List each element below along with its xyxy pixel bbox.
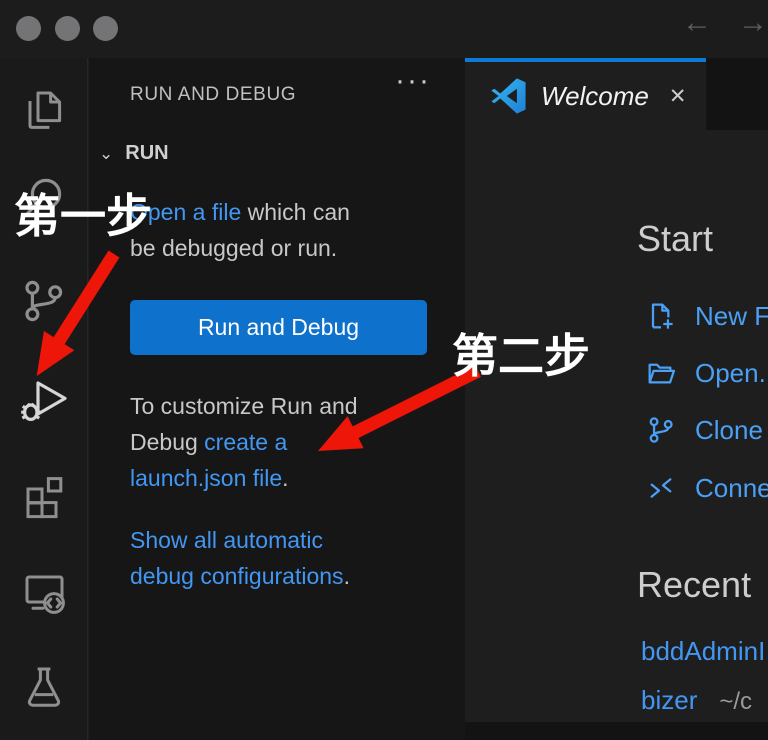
open-a-file-link[interactable]: Open a file <box>130 199 241 225</box>
recent-heading: Recent <box>637 564 751 606</box>
customize-period: . <box>282 465 288 491</box>
show-all-configurations-link[interactable]: Show all automatic debug configurations <box>130 527 344 589</box>
close-window-button[interactable] <box>16 16 41 41</box>
search-icon[interactable] <box>16 171 72 227</box>
tab-title: Welcome <box>541 81 649 112</box>
show-all-period: . <box>344 563 350 589</box>
vscode-window: ← → <box>0 0 768 740</box>
clone-repo-item[interactable]: Clone <box>645 414 763 446</box>
recent-link[interactable]: bizer <box>641 685 697 716</box>
chevron-down-icon: ⌄ <box>99 144 113 164</box>
connect-to-item[interactable]: Conne <box>645 472 768 504</box>
new-file-label: New F <box>695 301 768 332</box>
testing-icon[interactable] <box>16 658 72 714</box>
run-and-debug-panel: RUN AND DEBUG ··· ⌄ RUN Open a file whic… <box>89 58 465 740</box>
new-file-item[interactable]: New F <box>645 300 768 332</box>
start-heading: Start <box>637 218 713 260</box>
close-tab-icon[interactable]: ✕ <box>669 84 687 109</box>
recent-item[interactable]: bizer ~/c <box>641 685 752 716</box>
run-and-debug-button[interactable]: Run and Debug <box>130 300 427 355</box>
tab-welcome[interactable]: Welcome ✕ <box>465 58 706 130</box>
nav-back-icon[interactable]: ← <box>682 8 712 38</box>
nav-forward-icon[interactable]: → <box>738 8 768 38</box>
zoom-window-button[interactable] <box>93 16 118 41</box>
open-file-paragraph: Open a file which can be debugged or run… <box>130 194 368 266</box>
run-and-debug-icon[interactable] <box>16 371 72 427</box>
source-control-icon[interactable] <box>16 273 72 329</box>
new-file-icon <box>645 300 677 332</box>
git-branch-icon <box>645 414 677 446</box>
more-actions-icon[interactable]: ··· <box>395 64 431 98</box>
clone-label: Clone <box>695 415 763 446</box>
titlebar: ← → <box>0 0 768 58</box>
vscode-logo-icon <box>491 78 527 114</box>
remote-connect-icon <box>645 472 677 504</box>
run-section-label: RUN <box>125 142 168 165</box>
recent-link[interactable]: bddAdminI <box>641 636 765 667</box>
editor-group: Welcome ✕ Start New F Open. <box>465 58 768 740</box>
open-item[interactable]: Open. <box>645 357 766 389</box>
folder-open-icon <box>645 357 677 389</box>
run-section-header[interactable]: ⌄ RUN <box>99 142 169 165</box>
customize-paragraph: To customize Run and Debug create a laun… <box>130 388 368 496</box>
show-all-paragraph: Show all automatic debug configurations. <box>130 522 368 594</box>
welcome-page: Start New F Open. <box>465 130 768 722</box>
recent-path: ~/c <box>719 688 752 716</box>
activity-bar <box>0 58 88 740</box>
minimize-window-button[interactable] <box>55 16 80 41</box>
recent-item[interactable]: bddAdminI <box>641 636 765 667</box>
files-icon[interactable] <box>16 82 72 138</box>
open-label: Open. <box>695 358 766 389</box>
extensions-icon[interactable] <box>16 467 72 523</box>
panel-title: RUN AND DEBUG <box>130 84 296 106</box>
connect-label: Conne <box>695 473 768 504</box>
remote-explorer-icon[interactable] <box>16 563 72 619</box>
